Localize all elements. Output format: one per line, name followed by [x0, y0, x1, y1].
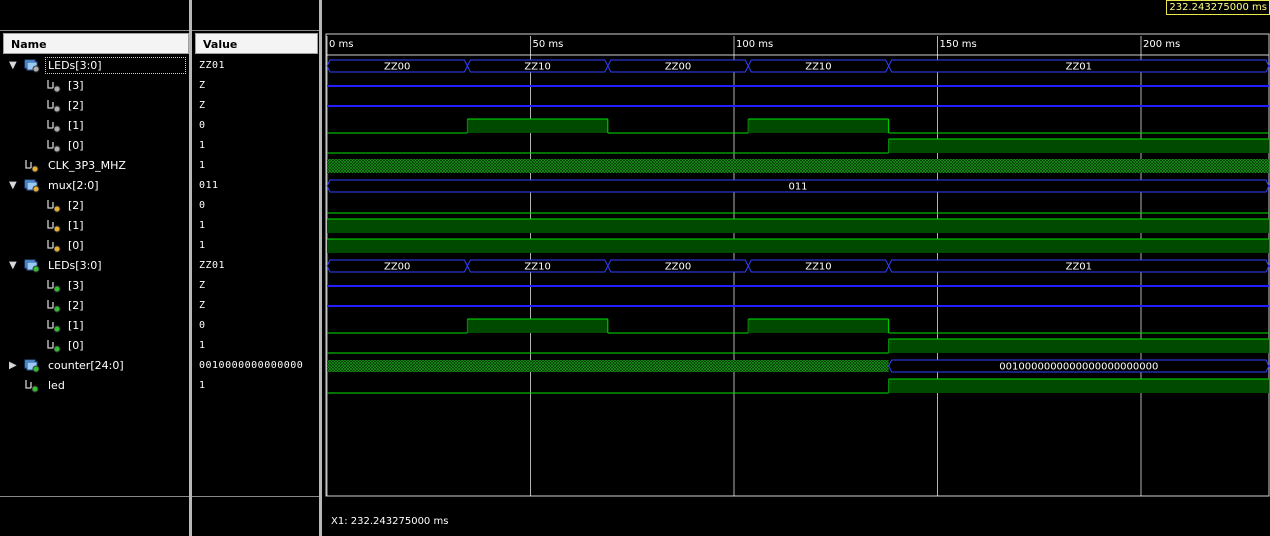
- high-level-fill: [888, 379, 1269, 393]
- time-tick-label: 100 ms: [736, 39, 773, 50]
- bus-value-label: ZZ00: [384, 62, 410, 73]
- bus-value-label: ZZ10: [805, 62, 831, 73]
- bus-value-label: ZZ10: [524, 62, 550, 73]
- high-level-fill: [888, 339, 1269, 353]
- bus-value-label: ZZ00: [665, 262, 691, 273]
- time-tick-label: 150 ms: [940, 39, 977, 50]
- cursor-status-text: X1: 232.243275000 ms: [331, 516, 449, 527]
- high-level-fill: [327, 219, 1269, 233]
- high-level-fill: [327, 239, 1269, 253]
- cursor-time-readout: 232.243275000 ms: [1166, 0, 1270, 15]
- high-level-fill: [888, 139, 1269, 153]
- bus-value-label: ZZ00: [384, 262, 410, 273]
- time-tick-label: 200 ms: [1143, 39, 1180, 50]
- bus-value-label: ZZ00: [665, 62, 691, 73]
- high-level-fill: [748, 119, 889, 133]
- bus-value-label: 0010000000000000000000000: [999, 362, 1158, 373]
- counter-hatch: [327, 360, 889, 372]
- bus-value-label: ZZ01: [1066, 262, 1092, 273]
- high-level-fill: [467, 319, 608, 333]
- clock-hatch: [327, 159, 1269, 173]
- high-level-fill: [467, 119, 608, 133]
- high-level-fill: [748, 319, 889, 333]
- bus-value-label: 011: [788, 182, 807, 193]
- bus-value-label: ZZ10: [805, 262, 831, 273]
- time-tick-label: 0 ms: [329, 39, 354, 50]
- bus-value-label: ZZ01: [1066, 62, 1092, 73]
- bus-value-label: ZZ10: [524, 262, 550, 273]
- waveform-panel[interactable]: 0 ms 50 ms 100 ms 150 ms 200 ms ZZ00 ZZ10 ZZ00 Z…: [0, 0, 1270, 536]
- time-tick-label: 50 ms: [533, 39, 564, 50]
